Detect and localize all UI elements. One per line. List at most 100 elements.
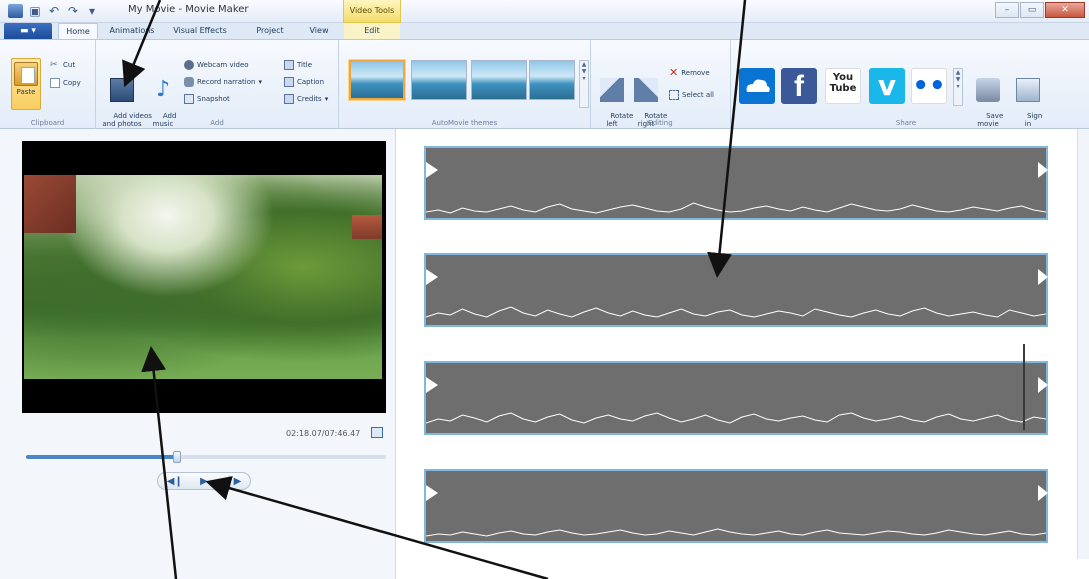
share-group-label: Share [895,119,917,127]
share-scroll-buttons[interactable]: ▲ ▼ ▾ [953,68,963,106]
waveform [426,528,1046,537]
editing-group-label: Editing [648,119,673,127]
video-frame[interactable] [24,175,382,379]
save-icon[interactable]: ▣ [28,4,42,18]
webcam-icon [184,60,194,70]
playhead-indicator[interactable] [1023,344,1025,430]
add-group: Add videos and photos ♪ Add music Webcam… [96,40,339,129]
timecode: 02:18.07/07:46.47 [286,429,361,438]
facebook-icon[interactable]: f [781,68,817,104]
previous-frame-icon[interactable]: ◀❙ [167,476,183,487]
minimize-button[interactable]: – [995,2,1019,18]
theme-thumbnail[interactable] [349,60,405,100]
snapshot-icon [184,94,194,104]
remove-button[interactable]: ✕ Remove [669,66,710,79]
share-group: f You Tube v •• ▲ ▼ ▾ Save movie Sign in S… [731,40,1081,129]
remove-icon: ✕ [669,66,679,79]
scissors-icon: ✂ [50,60,58,70]
theme-thumbnail[interactable] [471,60,527,100]
next-frame-icon[interactable]: ❙▶ [225,476,241,487]
youtube-icon[interactable]: You Tube [825,68,861,104]
record-narration-button[interactable]: Record narration ▾ [184,77,262,87]
rotate-left-icon [600,78,624,102]
waveform-line [426,412,1046,424]
main-area: 02:18.07/07:46.47 ◀❙ ▶ ❙▶ [0,129,1089,579]
caption-icon [284,77,294,87]
automovie-themes-group: ▲ ▼ ▾ AutoMovie themes [339,40,591,129]
tab-animations[interactable]: Animations [104,23,160,39]
tab-edit[interactable]: Edit [344,23,400,39]
paste-button[interactable]: Paste [12,62,40,96]
music-note-icon: ♪ [155,77,171,102]
play-icon[interactable]: ▶ [200,476,208,487]
waveform-line [426,202,1046,214]
themes-group-label: AutoMovie themes [431,119,498,127]
title-bar: ▣ ↶ ↷ ▾ My Movie - Movie Maker Video Too… [0,0,1089,23]
redo-icon[interactable]: ↷ [66,4,80,18]
rotate-right-icon [634,78,658,102]
maximize-button[interactable]: ▭ [1020,2,1044,18]
flickr-icon[interactable]: •• [911,68,947,104]
tab-visual-effects[interactable]: Visual Effects [166,23,234,39]
playback-controls: ◀❙ ▶ ❙▶ [157,472,251,490]
dropdown-arrow-icon: ▾ [324,95,329,103]
waveform [426,306,1046,318]
quick-access-toolbar: ▣ ↶ ↷ ▾ [8,4,99,18]
clipboard-group-label: Clipboard [30,119,65,127]
gallery-scroll-buttons[interactable]: ▲ ▼ ▾ [579,60,589,108]
storyboard-pane [396,129,1089,579]
window-controls: – ▭ ✕ [995,2,1085,18]
waveform-line [426,306,1046,318]
waveform [426,202,1046,214]
cut-button[interactable]: ✂ Cut [50,60,75,70]
vimeo-icon[interactable]: v [869,68,905,104]
seek-bar[interactable] [26,451,386,463]
copy-icon [50,78,60,88]
seek-progress [26,455,178,459]
title-button[interactable]: Title [284,60,312,70]
theme-thumbnail[interactable] [529,60,575,100]
audio-clip[interactable] [424,253,1048,327]
credits-button[interactable]: Credits ▾ [284,94,328,104]
clipboard-group: Paste ✂ Cut Copy Clipboard [0,40,96,129]
microphone-icon [184,77,194,87]
fullscreen-button[interactable] [371,427,383,438]
window-title: My Movie - Movie Maker [128,4,249,15]
storyboard-scrollbar[interactable] [1077,129,1089,559]
ribbon-tabs: ▬ ▾ Home Animations Visual Effects Proje… [0,23,1089,39]
audio-clip[interactable] [424,361,1048,435]
file-menu-button[interactable]: ▬ ▾ [4,23,52,39]
theme-thumbnail[interactable] [411,60,467,100]
audio-clip[interactable] [424,469,1048,543]
webcam-video-button[interactable]: Webcam video [184,60,249,70]
add-group-label: Add [210,119,224,127]
sign-in-icon [1016,78,1040,102]
tab-project[interactable]: Project [246,23,294,39]
caption-button[interactable]: Caption [284,77,324,87]
film-add-icon [110,78,134,102]
tab-home[interactable]: Home [58,23,98,39]
app-menu-icon[interactable] [8,4,23,18]
editing-group: Rotate left Rotate right ✕ Remove Select… [591,40,731,129]
onedrive-icon[interactable] [739,68,775,104]
undo-icon[interactable]: ↶ [47,4,61,18]
audio-clip[interactable] [424,146,1048,220]
tab-view[interactable]: View [300,23,338,39]
preview-pane: 02:18.07/07:46.47 ◀❙ ▶ ❙▶ [0,129,396,579]
video-tools-header: Video Tools [343,0,401,23]
select-all-icon [669,90,679,100]
video-content [352,215,382,239]
ribbon: Paste ✂ Cut Copy Clipboard Add videos an… [0,39,1089,129]
seek-handle[interactable] [173,451,182,463]
copy-button[interactable]: Copy [50,78,81,88]
clipboard-icon [14,62,38,86]
snapshot-button[interactable]: Snapshot [184,94,230,104]
close-button[interactable]: ✕ [1045,2,1085,18]
customize-qat-icon[interactable]: ▾ [85,4,99,18]
save-movie-icon [976,78,1000,102]
waveform [426,412,1046,424]
select-all-button[interactable]: Select all [669,90,714,100]
credits-icon [284,94,294,104]
video-content [24,175,76,233]
waveform-line [426,528,1046,537]
